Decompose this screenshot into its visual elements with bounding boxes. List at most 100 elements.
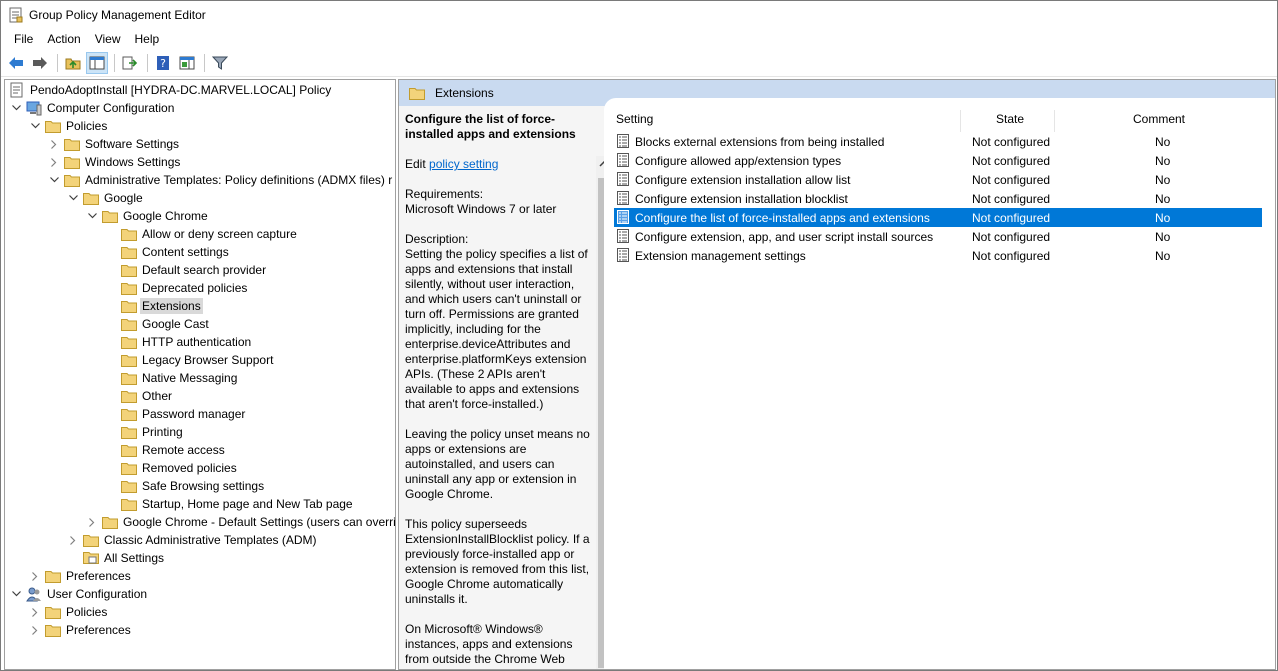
- policy-setting-icon: [617, 248, 631, 263]
- chevron-down-icon[interactable]: [9, 585, 23, 603]
- folder-icon: [121, 280, 137, 296]
- tree-item[interactable]: Removed policies: [104, 459, 239, 477]
- tree-item[interactable]: Classic Administrative Templates (ADM): [66, 531, 319, 549]
- tree-item[interactable]: Google: [66, 189, 145, 207]
- setting-row[interactable]: Configure allowed app/extension types Not…: [614, 151, 1262, 170]
- tree-item[interactable]: Allow or deny screen capture: [104, 225, 299, 243]
- chevron-right-icon[interactable]: [28, 621, 42, 639]
- edit-policy-setting-link[interactable]: policy setting: [429, 157, 498, 171]
- tree-item[interactable]: Policies: [28, 117, 109, 135]
- chevron-right-icon[interactable]: [66, 531, 80, 549]
- filter-button[interactable]: [209, 52, 231, 74]
- tree-item[interactable]: Google Chrome - Default Settings (users …: [85, 513, 395, 531]
- setting-row[interactable]: Blocks external extensions from being in…: [614, 132, 1262, 151]
- back-button[interactable]: [5, 52, 27, 74]
- menu-action[interactable]: Action: [40, 29, 87, 49]
- tree-item[interactable]: Computer Configuration: [9, 99, 176, 117]
- help-button[interactable]: ?: [152, 52, 174, 74]
- requirements-value: Microsoft Windows 7 or later: [405, 202, 557, 216]
- tree-item[interactable]: Policies: [28, 603, 109, 621]
- chevron-down-icon[interactable]: [66, 189, 80, 207]
- export-list-button[interactable]: [119, 52, 141, 74]
- chevron-down-icon[interactable]: [47, 171, 61, 189]
- chevron-down-icon[interactable]: [85, 207, 99, 225]
- setting-row[interactable]: Configure the list of force-installed ap…: [614, 208, 1262, 227]
- details-header-title: Extensions: [435, 86, 494, 100]
- setting-state: Not configured: [972, 210, 1051, 225]
- tree-item[interactable]: Deprecated policies: [104, 279, 249, 297]
- setting-row[interactable]: Configure extension installation blockli…: [614, 189, 1262, 208]
- setting-comment: No: [1155, 172, 1171, 187]
- svg-text:?: ?: [160, 57, 166, 70]
- tree-item-label: Allow or deny screen capture: [142, 227, 297, 241]
- toolbar-separator: [147, 53, 148, 72]
- chevron-right-icon[interactable]: [28, 603, 42, 621]
- chevron-down-icon[interactable]: [9, 99, 23, 117]
- chevron-right-icon[interactable]: [47, 153, 61, 171]
- tree-item[interactable]: Preferences: [28, 567, 133, 585]
- tree-item[interactable]: Default search provider: [104, 261, 268, 279]
- tree-item[interactable]: Password manager: [104, 405, 247, 423]
- column-header-comment[interactable]: Comment: [1133, 108, 1185, 130]
- folder-icon: [102, 208, 118, 224]
- users-icon: [26, 586, 42, 602]
- folder-icon: [102, 514, 118, 530]
- setting-row[interactable]: Configure extension, app, and user scrip…: [614, 227, 1262, 246]
- description-paragraph: On Microsoft® Windows® instances, apps a…: [405, 622, 573, 666]
- tree-item[interactable]: PendoAdoptInstall [HYDRA-DC.MARVEL.LOCAL…: [9, 81, 333, 99]
- setting-comment: No: [1155, 210, 1171, 225]
- setting-row[interactable]: Configure extension installation allow l…: [614, 170, 1262, 189]
- tree-item-label: Password manager: [142, 407, 246, 421]
- tree-item[interactable]: Remote access: [104, 441, 227, 459]
- column-header-state[interactable]: State: [996, 108, 1024, 130]
- tree-item[interactable]: Startup, Home page and New Tab page: [104, 495, 355, 513]
- tree-item[interactable]: All Settings: [66, 549, 166, 567]
- tree-item-label: Printing: [142, 425, 183, 439]
- tree-item[interactable]: Windows Settings: [47, 153, 182, 171]
- tree-item[interactable]: Safe Browsing settings: [104, 477, 266, 495]
- tree-item[interactable]: Printing: [104, 423, 185, 441]
- tree-item[interactable]: Google Chrome: [85, 207, 210, 225]
- column-header-setting[interactable]: Setting: [616, 108, 653, 130]
- tree-item[interactable]: Extensions: [104, 297, 203, 315]
- column-divider[interactable]: [960, 110, 961, 132]
- tree-item[interactable]: Legacy Browser Support: [104, 351, 275, 369]
- chevron-right-icon[interactable]: [85, 513, 99, 531]
- setting-row[interactable]: Extension management settings Not configu…: [614, 246, 1262, 265]
- tree-item-label: Legacy Browser Support: [142, 353, 274, 367]
- tree-item[interactable]: Software Settings: [47, 135, 181, 153]
- tree-item[interactable]: Content settings: [104, 243, 231, 261]
- folder-icon: [121, 406, 137, 422]
- show-hide-console-tree-button[interactable]: [86, 51, 108, 74]
- setting-state: Not configured: [972, 248, 1051, 263]
- chevron-right-icon[interactable]: [47, 135, 61, 153]
- tree-item-label: Deprecated policies: [142, 281, 248, 295]
- tree-item-label: Extensions: [140, 298, 203, 314]
- menu-file[interactable]: File: [7, 29, 40, 49]
- console-tree[interactable]: PendoAdoptInstall [HYDRA-DC.MARVEL.LOCAL…: [4, 79, 396, 670]
- up-one-level-button[interactable]: [62, 52, 84, 74]
- filter-icon: [212, 56, 228, 70]
- forward-button[interactable]: [29, 52, 51, 74]
- tree-item[interactable]: Administrative Templates: Policy definit…: [47, 171, 394, 189]
- policy-setting-icon: [617, 134, 631, 149]
- tree-item[interactable]: Google Cast: [104, 315, 211, 333]
- chevron-right-icon[interactable]: [28, 567, 42, 585]
- tree-item[interactable]: HTTP authentication: [104, 333, 253, 351]
- folder-icon: [121, 352, 137, 368]
- menu-bar: File Action View Help: [1, 29, 1277, 49]
- tree-item[interactable]: Preferences: [28, 621, 133, 639]
- menu-help[interactable]: Help: [128, 29, 167, 49]
- column-divider[interactable]: [1054, 110, 1055, 132]
- chevron-down-icon[interactable]: [28, 117, 42, 135]
- tree-item[interactable]: User Configuration: [9, 585, 149, 603]
- tree-item[interactable]: Native Messaging: [104, 369, 239, 387]
- show-action-pane-button[interactable]: [176, 52, 198, 74]
- menu-view[interactable]: View: [88, 29, 128, 49]
- tree-item[interactable]: Other: [104, 387, 174, 405]
- title-bar[interactable]: Group Policy Management Editor: [1, 1, 1277, 29]
